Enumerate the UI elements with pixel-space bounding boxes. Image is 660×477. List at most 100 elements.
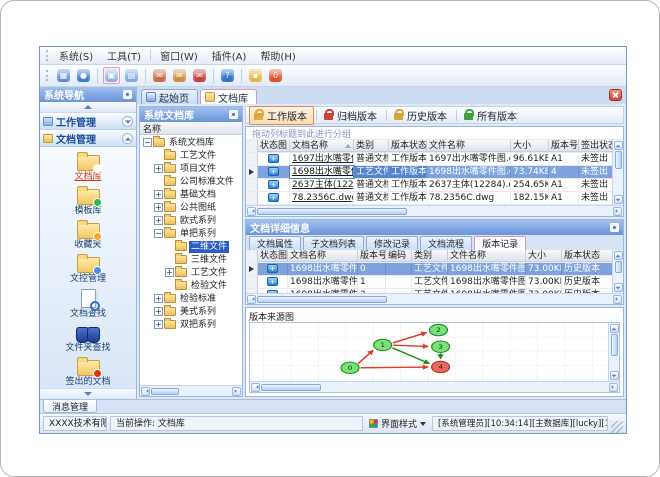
- documents-vscrollbar[interactable]: [612, 140, 623, 205]
- detail-tab-inactive[interactable]: 文档属性: [249, 236, 302, 250]
- sidebar-item-template-library[interactable]: 模板库: [40, 184, 136, 217]
- toolbar-grip-icon[interactable]: [46, 70, 49, 81]
- scroll-right-button[interactable]: [609, 382, 618, 392]
- scrollbar-thumb[interactable]: [610, 334, 618, 356]
- expand-icon[interactable]: +: [154, 216, 163, 225]
- column-header[interactable]: 编码: [386, 250, 412, 262]
- scroll-up-button[interactable]: [613, 251, 623, 260]
- collapse-icon[interactable]: −: [154, 229, 163, 238]
- scroll-right-button[interactable]: [232, 386, 241, 396]
- sidebar-item-doc-search[interactable]: 文档查找: [40, 286, 136, 320]
- column-header[interactable]: 文件名称: [427, 140, 511, 152]
- detail-tab-inactive[interactable]: 文档流程: [420, 236, 473, 250]
- scrollbar-thumb[interactable]: [614, 261, 622, 273]
- mail-delete-button[interactable]: ✉: [191, 67, 208, 84]
- mail-reply-button[interactable]: ✉: [171, 67, 188, 84]
- expand-icon[interactable]: +: [154, 307, 163, 316]
- menu-item[interactable]: 窗口(W): [153, 47, 205, 64]
- column-header[interactable]: 签出状态: [579, 140, 612, 152]
- versions-hscrollbar[interactable]: [246, 293, 623, 304]
- pin-icon[interactable]: [610, 223, 619, 232]
- tree-node[interactable]: + 公共图纸: [140, 201, 242, 214]
- scroll-right-button[interactable]: [613, 294, 622, 304]
- column-header[interactable]: 版本状态: [562, 250, 612, 262]
- sidebar-scroll-down[interactable]: [40, 388, 136, 399]
- documents-hscrollbar[interactable]: [246, 205, 623, 216]
- table-row[interactable]: +1697出水嘴零件图.dwg普通文档工作版本1697出水嘴零件图.dwg96.…: [246, 153, 612, 166]
- tree-node[interactable]: + 工艺文件: [140, 266, 242, 279]
- expand-icon[interactable]: +: [165, 268, 174, 277]
- expand-icon[interactable]: +: [154, 203, 163, 212]
- open-folder-window-button[interactable]: ▣: [103, 67, 120, 84]
- versions-vscrollbar[interactable]: [612, 250, 623, 293]
- scrollbar-thumb[interactable]: [257, 207, 407, 215]
- sidebar-item-document-library[interactable]: 文档库: [40, 150, 136, 183]
- detail-tab-inactive[interactable]: 子文档列表: [303, 236, 365, 250]
- column-header[interactable]: 类别: [354, 140, 389, 152]
- collapse-icon[interactable]: −: [143, 138, 152, 147]
- scrollbar-thumb[interactable]: [151, 387, 179, 395]
- sidebar-item-favorites[interactable]: 收藏夹: [40, 218, 136, 251]
- table-row[interactable]: +1698出水嘴零件图.dwg工艺文件工作版本1698出水嘴零件图.dwg73.…: [246, 165, 612, 179]
- resize-grip[interactable]: [611, 421, 623, 433]
- column-header[interactable]: 文件名称: [448, 250, 526, 262]
- tree-node[interactable]: 检验文件: [140, 279, 242, 292]
- expand-icon[interactable]: +: [154, 164, 163, 173]
- tree-node[interactable]: + 双把系列: [140, 318, 242, 331]
- pin-icon[interactable]: [123, 90, 132, 99]
- tree-node[interactable]: 三维文件: [140, 253, 242, 266]
- menu-item[interactable]: 帮助(H): [253, 47, 302, 64]
- sidebar-scroll-up[interactable]: [40, 102, 136, 113]
- sidebar-item-checked-out-docs[interactable]: 签出的文档: [40, 355, 136, 388]
- column-header[interactable]: 版本号: [358, 250, 386, 262]
- globe-button[interactable]: ●: [75, 67, 92, 84]
- scrollbar-thumb[interactable]: [614, 151, 622, 169]
- interface-style-button[interactable]: 界面样式: [366, 416, 429, 431]
- sidebar-group-work[interactable]: 工作管理: [40, 113, 136, 130]
- message-management-tab[interactable]: 消息管理: [43, 400, 98, 413]
- tree-node[interactable]: 工艺文件: [140, 149, 242, 162]
- column-header[interactable]: 状态图: [258, 140, 290, 152]
- tree-node[interactable]: + 欧式系列: [140, 214, 242, 227]
- scroll-up-button[interactable]: [613, 141, 623, 150]
- column-header[interactable]: 版本状态: [389, 140, 427, 152]
- version-filter-3-button[interactable]: 所有版本: [459, 106, 524, 125]
- doc-tab-inactive[interactable]: 起始页: [141, 89, 198, 105]
- tree-node[interactable]: + 检验标准: [140, 292, 242, 305]
- sidebar-item-doc-control[interactable]: 文控管理: [40, 252, 136, 285]
- tree-hscrollbar[interactable]: [140, 385, 242, 396]
- scroll-left-button[interactable]: [247, 206, 256, 216]
- table-row[interactable]: +1698出水嘴零件图.dwg0工艺文件1698出水嘴零件图.dwg73.00K…: [246, 263, 612, 276]
- tree-column-header[interactable]: 名称: [140, 122, 242, 135]
- power-button[interactable]: 0: [267, 67, 284, 84]
- tree-node[interactable]: 公司标准文件: [140, 175, 242, 188]
- scrollbar-thumb[interactable]: [257, 295, 387, 303]
- expand-icon[interactable]: +: [154, 294, 163, 303]
- tree-node[interactable]: + 项目文件: [140, 162, 242, 175]
- close-tab-button[interactable]: [609, 89, 622, 101]
- tree-node[interactable]: + 基础文档: [140, 188, 242, 201]
- version-filter-1-button[interactable]: 归档版本: [319, 106, 384, 125]
- tree-node[interactable]: + 美式系列: [140, 305, 242, 318]
- scroll-down-button[interactable]: [613, 283, 623, 292]
- scroll-down-button[interactable]: [609, 371, 619, 380]
- tree-node[interactable]: − 系统文档库: [140, 136, 242, 149]
- detail-tab-inactive[interactable]: 修改记录: [366, 236, 419, 250]
- toolbar-grip-icon[interactable]: [46, 50, 49, 61]
- scroll-left-button[interactable]: [141, 386, 150, 396]
- graph-hscrollbar[interactable]: [250, 381, 619, 392]
- doc-tab-active[interactable]: 文档库: [200, 89, 257, 105]
- graph-vscrollbar[interactable]: [608, 323, 619, 381]
- table-row[interactable]: +78.2356C.dwg普通文档工作版本78.2356C.dwg182.15K…: [246, 192, 612, 205]
- pin-icon[interactable]: [229, 110, 238, 119]
- tree-node[interactable]: − 单把系列: [140, 227, 242, 240]
- sidebar-group-docs[interactable]: 文档管理: [40, 130, 136, 147]
- version-node-1[interactable]: 1: [373, 338, 393, 352]
- tree-node[interactable]: 二维文件: [140, 240, 242, 253]
- desktop-sync-button[interactable]: ▦: [55, 67, 72, 84]
- menu-item[interactable]: 系统(S): [52, 47, 100, 64]
- column-header[interactable]: 大小: [526, 250, 562, 262]
- version-node-4[interactable]: 4: [431, 360, 451, 374]
- version-filter-0-button[interactable]: 工作版本: [249, 105, 314, 125]
- sidebar-item-folder-search[interactable]: 文件夹查找: [40, 321, 136, 354]
